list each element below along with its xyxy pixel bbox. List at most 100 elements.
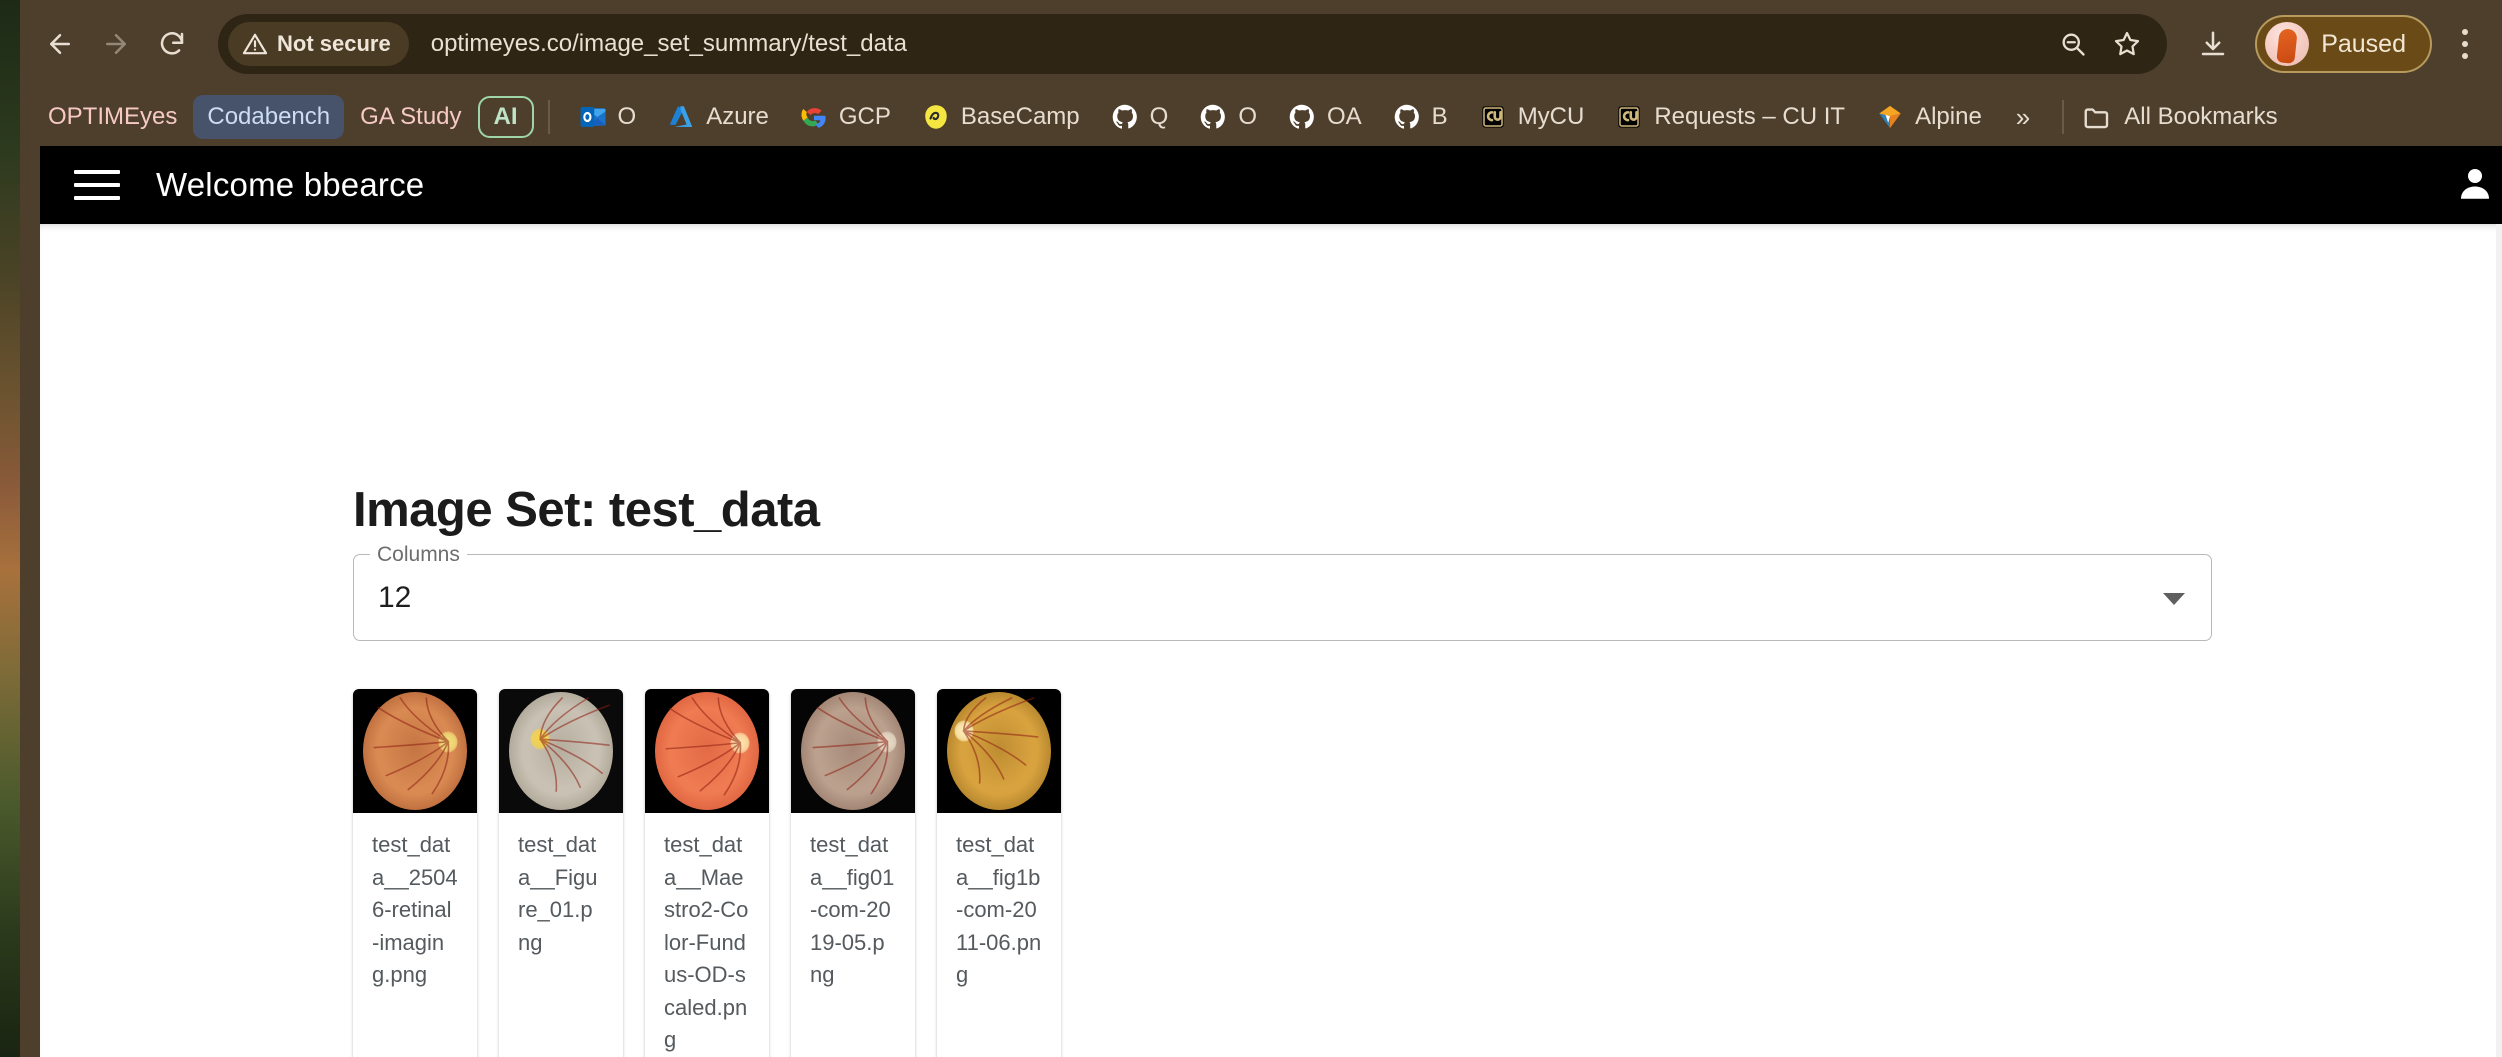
browser-window: Not secure optimeyes.co/image_set_summar… (20, 0, 2502, 1057)
bookmark-o[interactable]: O (1184, 95, 1271, 139)
image-card[interactable]: test_data__fig01-com-2019-05.png (791, 689, 915, 1057)
forward-button[interactable] (88, 16, 144, 72)
page-scrollbar[interactable] (2496, 224, 2502, 1057)
security-label: Not secure (277, 31, 391, 56)
page-title: Image Set: test_data (353, 483, 820, 537)
bookmark-b[interactable]: B (1378, 95, 1462, 139)
image-filename: test_data__Maestro2-Color-Fundus-OD-scal… (664, 832, 749, 1053)
bookmark-label: Q (1149, 103, 1169, 130)
retina-image (801, 692, 905, 810)
image-card[interactable]: test_data__Figure_01.png (499, 689, 623, 1057)
bookmark-label: MyCU (1517, 103, 1585, 130)
bookmarks-group-divider (547, 100, 550, 134)
bookmark-label: O (1238, 103, 1257, 130)
bookmark-ai[interactable]: AI (477, 96, 534, 138)
alpine-icon (1879, 105, 1901, 129)
vessel-overlay (373, 697, 450, 795)
bookmark-label: GCP (838, 103, 891, 130)
bookmarks-divider (2062, 100, 2065, 134)
columns-select[interactable]: Columns 12 (353, 543, 2212, 641)
bookmark-label: Azure (706, 103, 769, 130)
bookmark-label: OA (1326, 103, 1362, 130)
account-icon[interactable] (2454, 162, 2496, 209)
vessel-overlay (962, 697, 1039, 784)
fundus-thumbnail[interactable] (645, 689, 769, 813)
bookmark-codabench[interactable]: Codabench (193, 95, 345, 139)
image-card[interactable]: test_data__25046-retinal-imaging.png (353, 689, 477, 1057)
github-icon (1289, 104, 1314, 129)
image-card[interactable]: test_data__fig1b-com-2011-06.png (937, 689, 1061, 1057)
scrollbar-up-button[interactable] (2496, 224, 2502, 250)
browser-toolbar: Not secure optimeyes.co/image_set_summar… (20, 0, 2502, 88)
github-icon (1112, 104, 1137, 129)
vessel-overlay (665, 697, 742, 796)
image-filename: test_data__fig01-com-2019-05.png (810, 832, 895, 988)
bookmark-label: Codabench (207, 103, 331, 130)
bookmark-requests-cu-it[interactable]: Requests – CU IT (1600, 95, 1859, 139)
image-card[interactable]: test_data__Maestro2-Color-Fundus-OD-scal… (645, 689, 769, 1057)
bookmark-label: GA Study (360, 103, 462, 130)
bookmark-azure[interactable]: Azure (652, 95, 783, 139)
bookmark-label: Alpine (1915, 103, 1982, 130)
fundus-thumbnail[interactable] (499, 689, 623, 813)
address-bar[interactable]: Not secure optimeyes.co/image_set_summar… (218, 14, 2168, 74)
bookmark-label: OPTIMEyes (48, 103, 178, 130)
omnibox-actions (2049, 20, 2167, 68)
bookmark-items: OPTIMEyes Codabench GA Study AI O Azure GCP Bas… (34, 95, 1996, 139)
bookmark-q[interactable]: Q (1096, 95, 1183, 139)
all-bookmarks-button[interactable]: All Bookmarks (2082, 102, 2278, 132)
avatar (2265, 22, 2310, 66)
folder-icon (2084, 108, 2109, 129)
bookmark-basecamp[interactable]: BaseCamp (907, 95, 1094, 139)
bookmark-optimeyes[interactable]: OPTIMEyes (34, 95, 191, 139)
welcome-message: Welcome bbearce (156, 166, 425, 203)
basecamp-icon (925, 105, 947, 129)
zoom-out-icon[interactable] (2049, 20, 2097, 68)
image-filename: test_data__Figure_01.png (518, 832, 598, 955)
bookmark-label: B (1431, 103, 1448, 130)
retina-image (947, 692, 1051, 810)
github-icon (1201, 104, 1226, 129)
profile-chip[interactable]: Paused (2255, 15, 2432, 73)
outlook-icon (580, 107, 606, 127)
bookmark-label: O (617, 103, 637, 130)
fundus-thumbnail[interactable] (791, 689, 915, 813)
bookmark-mycu[interactable]: MyCU (1464, 95, 1599, 139)
columns-label: Columns (370, 543, 467, 567)
fundus-thumbnail[interactable] (353, 689, 477, 813)
vessel-overlay (539, 697, 610, 792)
bookmark-gcp[interactable]: GCP (785, 95, 905, 139)
cu-icon (1618, 106, 1640, 128)
web-page: Welcome bbearce Image Set: test_data Col… (40, 146, 2502, 1057)
chrome-menu-icon[interactable] (2442, 15, 2488, 73)
bookmark-ga-study[interactable]: GA Study (346, 95, 475, 139)
bookmark-o[interactable]: O (564, 95, 651, 139)
bookmark-label: BaseCamp (960, 103, 1080, 130)
hamburger-menu-icon[interactable] (74, 162, 120, 208)
page-content: Image Set: test_data Columns 12 test_dat… (40, 224, 2502, 1057)
reload-button[interactable] (144, 16, 200, 72)
bookmark-oa[interactable]: OA (1273, 95, 1376, 139)
url-text: optimeyes.co/image_set_summary/test_data (430, 30, 907, 57)
retina-image (655, 692, 759, 810)
bookmark-star-icon[interactable] (2103, 20, 2151, 68)
bookmarks-overflow-button[interactable]: » (1998, 102, 2048, 133)
site-security-badge[interactable]: Not secure (228, 22, 409, 66)
warning-triangle-icon (242, 33, 268, 55)
profile-status-label: Paused (2321, 29, 2406, 58)
cu-icon (1482, 106, 1504, 128)
back-button[interactable] (32, 16, 88, 72)
toolbar-right-actions: Paused (2177, 15, 2502, 73)
retina-image (363, 692, 467, 810)
image-filename: test_data__fig1b-com-2011-06.png (956, 832, 1042, 988)
image-card-grid: test_data__25046-retinal-imaging.png test… (353, 689, 1061, 1057)
downloads-icon[interactable] (2185, 16, 2241, 72)
bookmark-alpine[interactable]: Alpine (1861, 95, 1996, 139)
bookmark-label: AI (493, 103, 518, 130)
vessel-overlay (812, 697, 889, 795)
columns-value: 12 (378, 581, 412, 614)
github-icon (1394, 104, 1419, 129)
chevron-down-icon[interactable] (2163, 593, 2185, 605)
all-bookmarks-label: All Bookmarks (2124, 103, 2278, 130)
fundus-thumbnail[interactable] (937, 689, 1061, 813)
